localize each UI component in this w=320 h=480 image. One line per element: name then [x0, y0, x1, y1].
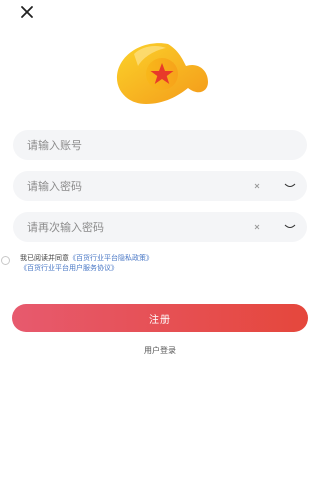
agreement-text: 我已阅读并同意《百货行业平台隐私政策》 《百货行业平台用户服务协议》 — [20, 253, 280, 273]
privacy-policy-link[interactable]: 《百货行业平台隐私政策》 — [69, 254, 153, 262]
eye-closed-icon[interactable] — [283, 181, 297, 191]
agreement-prefix: 我已阅读并同意 — [20, 254, 69, 262]
close-icon[interactable] — [18, 3, 36, 21]
confirm-password-field — [13, 212, 307, 242]
register-button[interactable]: 注册 — [12, 304, 308, 332]
app-logo-icon — [116, 43, 208, 104]
clear-icon[interactable] — [251, 180, 263, 192]
register-page: 我已阅读并同意《百货行业平台隐私政策》 《百货行业平台用户服务协议》 注册 用户… — [0, 0, 320, 480]
password-input[interactable] — [27, 171, 247, 201]
password-field — [13, 171, 307, 201]
eye-closed-icon[interactable] — [283, 222, 297, 232]
account-input[interactable] — [27, 130, 247, 160]
service-agreement-link[interactable]: 《百货行业平台用户服务协议》 — [20, 264, 118, 272]
account-field — [13, 130, 307, 160]
agreement-checkbox[interactable] — [1, 256, 10, 265]
user-login-link[interactable]: 用户登录 — [0, 345, 320, 356]
confirm-password-input[interactable] — [27, 212, 247, 242]
clear-icon[interactable] — [251, 221, 263, 233]
